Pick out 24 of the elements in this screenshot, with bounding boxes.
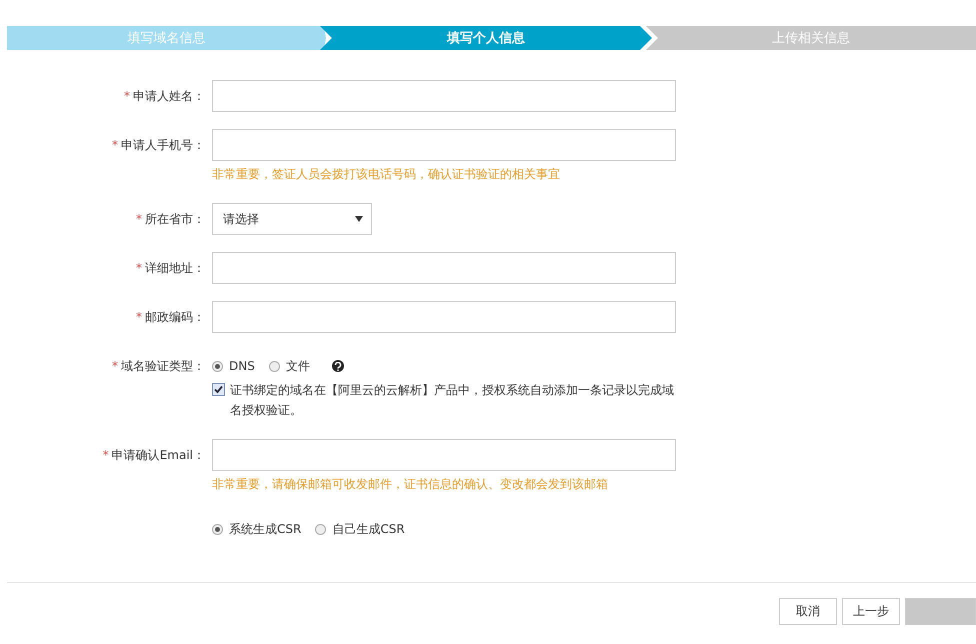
field-label: * 申请人手机号： — [111, 137, 205, 154]
radio-button[interactable] — [212, 360, 223, 372]
radio-label: 文件 — [286, 358, 310, 374]
field-label: * 申请确认Email： — [102, 447, 205, 464]
help-icon[interactable] — [332, 360, 344, 372]
radio-button[interactable] — [315, 524, 326, 534]
radio-label: DNS — [229, 359, 255, 373]
hint-text: 非常重要，请确保邮箱可收发邮件，证书信息的确认、变改都会发到该邮箱 — [212, 477, 609, 491]
field-label: * 邮政编码： — [135, 309, 205, 326]
radio-label: 自己生成CSR — [332, 520, 405, 538]
checkbox-label: 证书绑定的域名在【阿里云的云解析】产品中，授权系统自动添加一条记录以完成域名授权验证。 — [230, 382, 675, 419]
radio-button[interactable] — [268, 360, 280, 372]
field-label: * 详细地址： — [135, 260, 205, 277]
footer-button[interactable]: 上一步 — [842, 598, 900, 625]
field-label: * 所在省市： — [135, 211, 205, 228]
field-label: * 域名验证类型： — [111, 358, 205, 375]
footer-button[interactable]: 取消 — [779, 598, 837, 625]
caret-icon — [355, 216, 363, 222]
radio-button[interactable] — [212, 524, 223, 534]
checkbox[interactable] — [212, 383, 225, 396]
radio-label: 系统生成CSR — [229, 520, 302, 538]
hint-text: 非常重要，签证人员会拨打该电话号码，确认证书验证的相关事宜 — [212, 167, 561, 181]
field-label: * 申请人姓名： — [123, 88, 205, 105]
province-select[interactable]: 请选择 — [212, 203, 372, 235]
